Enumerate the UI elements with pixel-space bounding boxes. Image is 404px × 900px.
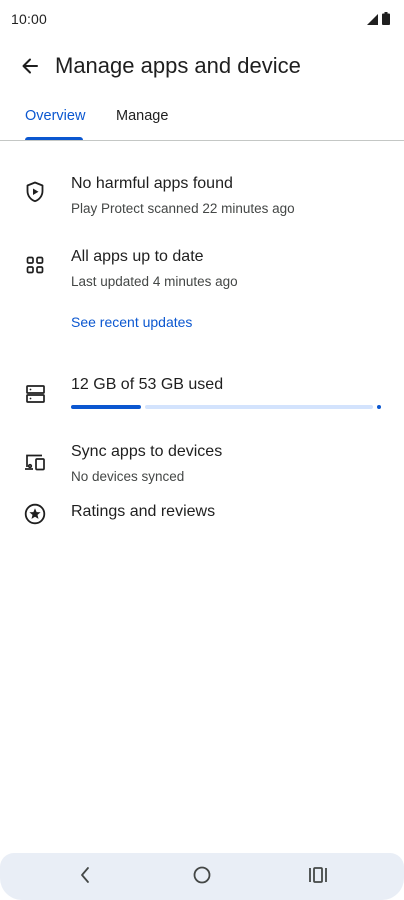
sync-subtitle: No devices synced (71, 469, 185, 484)
protect-title: No harmful apps found (71, 175, 233, 192)
battery-icon (382, 12, 390, 30)
storage-title: 12 GB of 53 GB used (71, 376, 224, 393)
page-title: Manage apps and device (55, 53, 301, 78)
play-protect-row[interactable]: No harmful apps found Play Protect scann… (0, 170, 404, 222)
tab-manage[interactable]: Manage (116, 108, 168, 124)
storage-progress-fill (71, 405, 141, 409)
nav-recents-button[interactable] (306, 865, 330, 889)
arrow-back-icon (20, 56, 40, 81)
recents-nav-icon (308, 866, 328, 889)
tab-bar: Overview Manage (0, 98, 404, 141)
updates-subtitle: Last updated 4 minutes ago (71, 274, 238, 289)
home-nav-icon (192, 865, 212, 890)
storage-icon (24, 383, 46, 405)
back-nav-icon (78, 866, 92, 889)
status-icons (367, 12, 390, 30)
tab-indicator (25, 137, 83, 140)
updates-title: All apps up to date (71, 248, 204, 265)
play-protect-shield-icon (24, 181, 46, 203)
sync-title: Sync apps to devices (71, 443, 223, 460)
app-updates-row[interactable]: All apps up to date Last updated 4 minut… (0, 243, 404, 295)
see-recent-updates-link[interactable]: See recent updates (71, 314, 192, 330)
nav-back-button[interactable] (73, 865, 97, 889)
protect-subtitle: Play Protect scanned 22 minutes ago (71, 201, 295, 216)
system-nav-bar (0, 853, 404, 900)
sync-apps-row[interactable]: Sync apps to devices No devices synced (0, 438, 404, 490)
storage-row[interactable]: 12 GB of 53 GB used (0, 370, 404, 416)
devices-icon (24, 451, 46, 473)
nav-home-button[interactable] (190, 865, 214, 889)
signal-icon (367, 12, 378, 30)
app-bar: Manage apps and device (0, 44, 404, 92)
storage-progress-bar (71, 405, 381, 409)
back-button[interactable] (12, 50, 48, 86)
storage-progress-end-dot (377, 405, 381, 409)
status-bar: 10:00 (0, 0, 404, 40)
star-circle-icon (24, 503, 46, 525)
ratings-title: Ratings and reviews (71, 503, 216, 520)
storage-progress-track (145, 405, 373, 409)
status-time: 10:00 (11, 11, 48, 27)
apps-grid-icon (24, 254, 46, 276)
tab-overview[interactable]: Overview (25, 108, 85, 124)
ratings-reviews-row[interactable]: Ratings and reviews (0, 499, 404, 529)
